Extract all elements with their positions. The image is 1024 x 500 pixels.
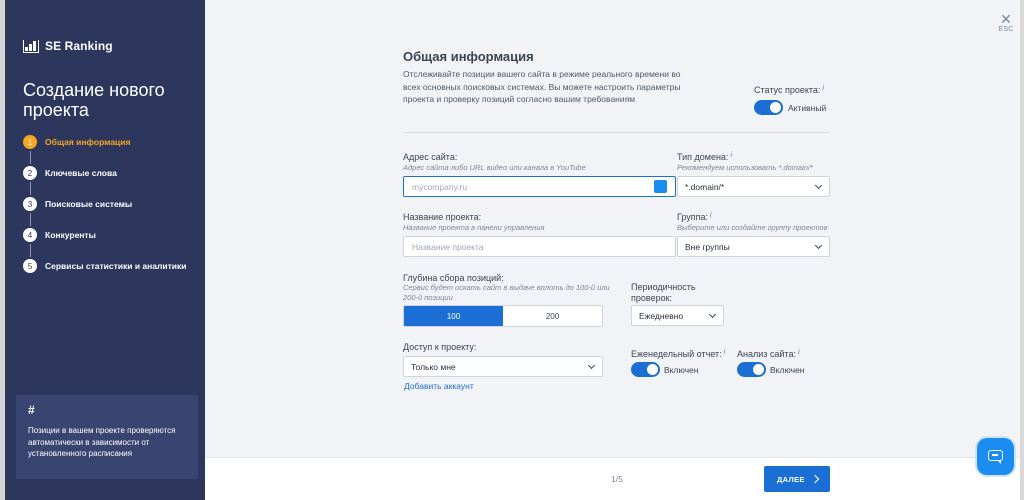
domain-type-hint: Рекомендуем использовать *.domain/* — [677, 163, 813, 172]
step-connector — [29, 213, 31, 226]
step-pager: 1/5 — [611, 474, 623, 484]
project-name-input[interactable]: Название проекта — [403, 236, 676, 257]
window-right-edge — [1020, 0, 1024, 500]
project-name-placeholder: Название проекта — [412, 241, 484, 252]
chat-button[interactable] — [977, 438, 1014, 475]
depth-option-100[interactable]: 100 — [404, 306, 503, 326]
status-toggle[interactable] — [754, 100, 783, 115]
domain-type-value: *.domain/* — [685, 181, 725, 192]
status-value: Активный — [788, 103, 827, 113]
steps-list: 1 Общая информация 2 Ключевые слова 3 По… — [23, 135, 187, 290]
site-url-placeholder: mycompany.ru — [412, 181, 468, 192]
sidebar: SE Ranking Создание нового проекта 1 Общ… — [5, 0, 205, 500]
domain-type-select[interactable]: *.domain/* — [677, 176, 830, 197]
info-card-text: Позиции в вашем проекте проверяются авто… — [28, 426, 176, 458]
group-label-text: Группа: — [677, 212, 709, 222]
frequency-select[interactable]: Ежедневно — [631, 305, 724, 326]
weekly-report-label-text: Еженедельный отчет: — [631, 349, 722, 359]
footer-bar: 1/5 ДАЛЕЕ — [205, 457, 1020, 500]
page-title: Создание нового проекта — [23, 80, 165, 120]
step-label: Сервисы статистики и аналитики — [45, 261, 187, 271]
section-description: Отслеживайте позиции вашего сайта в режи… — [403, 69, 681, 104]
step-general-info[interactable]: 1 Общая информация — [23, 135, 187, 166]
chevron-down-icon — [814, 241, 823, 250]
weekly-report-value: Включен — [664, 365, 699, 375]
chevron-right-icon — [810, 474, 820, 484]
frequency-label: Периодичность проверок: — [631, 282, 696, 303]
step-connector — [29, 244, 31, 257]
site-audit-label-text: Анализ сайта: — [737, 349, 796, 359]
hash-icon: # — [28, 403, 35, 417]
site-hint: Адрес сайта либо URL видео или канала в … — [403, 163, 586, 172]
logo: SE Ranking — [23, 39, 113, 53]
chevron-down-icon — [814, 181, 823, 190]
project-name-label: Название проекта: — [403, 212, 482, 222]
close-button[interactable]: ✕ ESC — [998, 12, 1014, 33]
step-label: Конкуренты — [45, 230, 96, 240]
step-number: 4 — [23, 228, 37, 242]
info-icon[interactable]: i — [710, 212, 712, 219]
group-hint: Выберите или создайте группу проектов — [677, 223, 828, 232]
chevron-down-icon — [587, 361, 596, 370]
logo-icon — [23, 39, 39, 53]
site-audit-toggle[interactable] — [737, 362, 766, 377]
info-icon[interactable]: i — [724, 349, 726, 356]
add-account-link[interactable]: Добавить аккаунт — [404, 381, 474, 391]
info-card: # Позиции в вашем проекте проверяются ав… — [16, 395, 198, 479]
site-audit-label: Анализ сайта: i — [737, 349, 800, 359]
step-search-engines[interactable]: 3 Поисковые системы — [23, 197, 187, 228]
domain-type-label-text: Тип домена: — [677, 152, 729, 162]
step-number: 5 — [23, 259, 37, 273]
frequency-value: Ежедневно — [639, 310, 684, 321]
group-select[interactable]: Вне группы — [677, 236, 830, 257]
chat-icon-tail — [997, 460, 1001, 464]
step-keywords[interactable]: 2 Ключевые слова — [23, 166, 187, 197]
section-title: Общая информация — [403, 49, 534, 64]
step-label: Ключевые слова — [45, 168, 117, 178]
access-label: Доступ к проекту: — [403, 342, 477, 352]
access-value: Только мне — [411, 361, 456, 372]
step-connector — [29, 151, 31, 164]
domain-type-label: Тип домена: i — [677, 152, 732, 162]
close-icon: ✕ — [1000, 11, 1012, 27]
info-icon[interactable]: i — [822, 85, 824, 92]
step-analytics[interactable]: 5 Сервисы статистики и аналитики — [23, 259, 187, 290]
access-select[interactable]: Только мне — [403, 356, 603, 377]
status-label: Статус проекта: i — [754, 85, 824, 95]
step-number: 1 — [23, 135, 37, 149]
esc-label: ESC — [998, 26, 1014, 33]
group-label: Группа: i — [677, 212, 712, 222]
step-label: Поисковые системы — [45, 199, 133, 209]
chevron-down-icon — [708, 310, 717, 319]
group-value: Вне группы — [685, 241, 730, 252]
info-icon[interactable]: i — [798, 349, 800, 356]
site-audit-value: Включен — [770, 365, 805, 375]
depth-option-200[interactable]: 200 — [503, 306, 602, 326]
weekly-report-label: Еженедельный отчет: i — [631, 349, 725, 359]
weekly-report-toggle[interactable] — [631, 362, 660, 377]
step-connector — [29, 182, 31, 195]
project-name-hint: Название проекта в панели управления — [403, 223, 545, 232]
step-number: 2 — [23, 166, 37, 180]
divider — [403, 132, 830, 133]
next-button[interactable]: ДАЛЕЕ — [764, 466, 830, 492]
next-button-label: ДАЛЕЕ — [777, 474, 805, 484]
depth-hint: Сервис будет искать сайт в выдаче вплоть… — [403, 283, 610, 302]
depth-segmented-control: 100 200 — [403, 305, 603, 327]
logo-text: SE Ranking — [45, 39, 113, 53]
site-url-input[interactable]: mycompany.ru — [403, 176, 676, 197]
step-label: Общая информация — [45, 137, 131, 147]
site-label: Адрес сайта: — [403, 152, 458, 162]
step-number: 3 — [23, 197, 37, 211]
status-label-text: Статус проекта: — [754, 85, 821, 95]
depth-label: Глубина сбора позиций: — [403, 273, 504, 283]
info-icon[interactable]: i — [730, 152, 732, 159]
step-competitors[interactable]: 4 Конкуренты — [23, 228, 187, 259]
site-url-action-icon[interactable] — [654, 180, 667, 193]
